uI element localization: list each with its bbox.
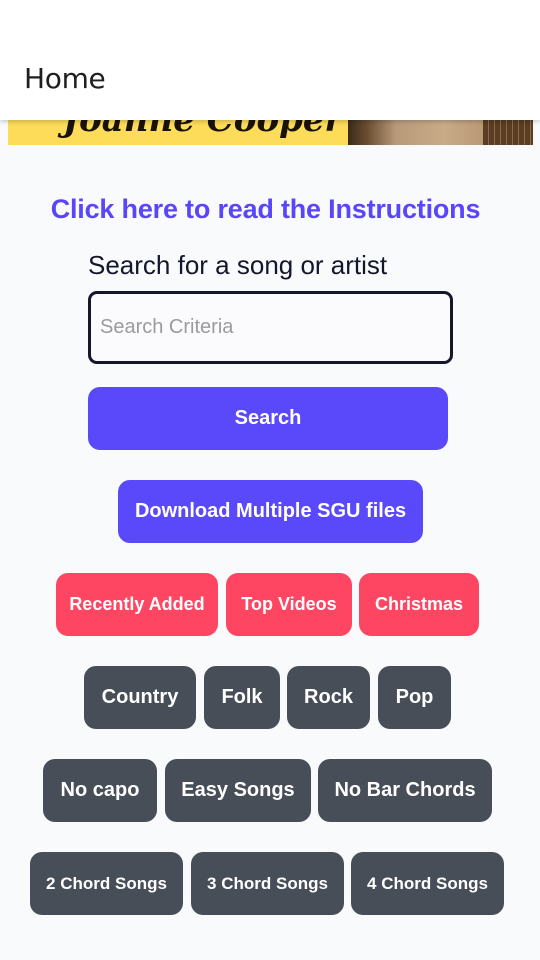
search-button[interactable]: Search (88, 387, 448, 450)
four-chord-songs-button[interactable]: 4 Chord Songs (351, 852, 504, 915)
genre-buttons-row: Country Folk Rock Pop (0, 666, 540, 729)
three-chord-songs-button[interactable]: 3 Chord Songs (191, 852, 344, 915)
app-header: Home (0, 0, 540, 120)
search-input[interactable] (88, 291, 453, 364)
no-bar-chords-button[interactable]: No Bar Chords (318, 759, 492, 822)
no-capo-button[interactable]: No capo (43, 759, 157, 822)
instructions-link[interactable]: Click here to read the Instructions (0, 194, 531, 225)
search-label: Search for a song or artist (88, 250, 388, 280)
chord-count-buttons-row: 2 Chord Songs 3 Chord Songs 4 Chord Song… (0, 852, 540, 915)
rock-button[interactable]: Rock (287, 666, 370, 729)
page-title: Home (24, 62, 106, 95)
country-button[interactable]: Country (84, 666, 196, 729)
download-multiple-sgu-button[interactable]: Download Multiple SGU files (118, 480, 423, 543)
difficulty-buttons-row: No capo Easy Songs No Bar Chords (0, 759, 540, 822)
two-chord-songs-button[interactable]: 2 Chord Songs (30, 852, 183, 915)
easy-songs-button[interactable]: Easy Songs (165, 759, 311, 822)
featured-buttons-row: Recently Added Top Videos Christmas (0, 573, 540, 636)
folk-button[interactable]: Folk (204, 666, 280, 729)
top-videos-button[interactable]: Top Videos (226, 573, 352, 636)
pop-button[interactable]: Pop (378, 666, 451, 729)
christmas-button[interactable]: Christmas (359, 573, 479, 636)
recently-added-button[interactable]: Recently Added (56, 573, 218, 636)
